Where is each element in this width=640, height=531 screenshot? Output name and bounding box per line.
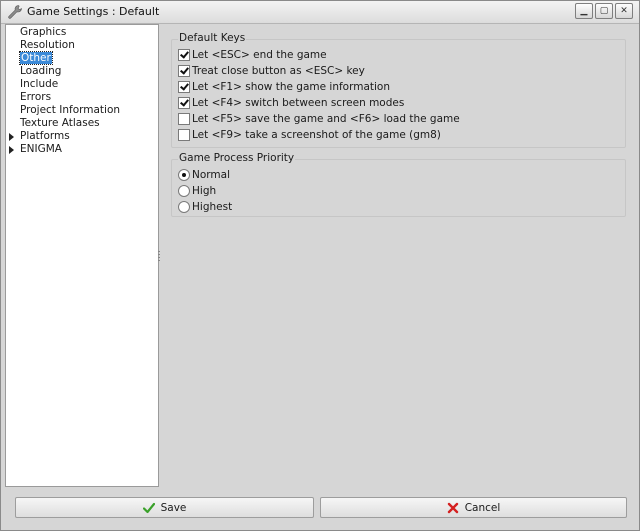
tree-item-enigma[interactable]: ENIGMA <box>9 143 62 156</box>
tree-item-label: Resolution <box>20 39 75 51</box>
cancel-button[interactable]: Cancel <box>320 497 627 518</box>
tree-item-texture-atlases[interactable]: Texture Atlases <box>20 117 100 130</box>
window-controls: ▁ ▢ ✕ <box>575 3 633 19</box>
maximize-icon: ▢ <box>599 5 609 16</box>
default-keys-group: Default Keys Let <ESC> end the game Trea… <box>171 32 626 148</box>
f4-screen-modes-checkbox[interactable] <box>178 97 190 109</box>
tree-item-project-information[interactable]: Project Information <box>20 104 120 117</box>
option-label: Normal <box>192 169 230 181</box>
maximize-button[interactable]: ▢ <box>595 3 613 19</box>
tree-item-label: Include <box>20 78 59 90</box>
save-button[interactable]: Save <box>15 497 314 518</box>
high-radio[interactable] <box>178 185 190 197</box>
dialog-footer: Save Cancel <box>1 488 639 530</box>
title-bar[interactable]: Game Settings : Default ▁ ▢ ✕ <box>1 1 639 24</box>
expand-arrow-icon[interactable] <box>9 146 14 154</box>
tree-item-label: Other <box>19 51 53 65</box>
tree-item-label: Platforms <box>20 130 70 142</box>
close-icon: ✕ <box>620 5 628 16</box>
option-label: Let <F9> take a screenshot of the game (… <box>192 129 441 141</box>
tree-item-platforms[interactable]: Platforms <box>9 130 70 143</box>
minimize-icon: ▁ <box>580 5 588 16</box>
option-label: High <box>192 185 217 197</box>
expand-arrow-icon[interactable] <box>9 133 14 141</box>
minimize-button[interactable]: ▁ <box>575 3 593 19</box>
tree-item-resolution[interactable]: Resolution <box>20 39 75 52</box>
tree-item-label: ENIGMA <box>20 143 62 155</box>
priority-group: Game Process Priority Normal High Highes… <box>171 152 626 217</box>
checkmark-icon <box>142 502 155 513</box>
settings-tree[interactable]: Graphics Resolution Other Loading Includ… <box>5 24 159 487</box>
f1-info-checkbox[interactable] <box>178 81 190 93</box>
default-keys-title: Default Keys <box>178 32 247 44</box>
tree-item-label: Loading <box>20 65 62 77</box>
esc-end-game-checkbox[interactable] <box>178 49 190 61</box>
window-title: Game Settings : Default <box>27 5 160 18</box>
close-as-esc-checkbox[interactable] <box>178 65 190 77</box>
tree-item-label: Graphics <box>20 26 67 38</box>
option-label: Let <F1> show the game information <box>192 81 391 93</box>
tree-item-label: Texture Atlases <box>20 117 100 129</box>
cancel-x-icon <box>447 502 458 513</box>
tree-item-label: Project Information <box>20 104 121 116</box>
option-label: Let <F5> save the game and <F6> load the… <box>192 113 460 125</box>
option-label: Let <ESC> end the game <box>192 49 327 61</box>
splitter-handle[interactable] <box>158 251 160 261</box>
f5-f6-save-load-checkbox[interactable] <box>178 113 190 125</box>
tree-item-loading[interactable]: Loading <box>20 65 61 78</box>
tree-item-graphics[interactable]: Graphics <box>20 26 66 39</box>
option-label: Treat close button as <ESC> key <box>192 65 365 77</box>
settings-window: Game Settings : Default ▁ ▢ ✕ Graphics R… <box>0 0 640 531</box>
tree-item-errors[interactable]: Errors <box>20 91 51 104</box>
save-button-label: Save <box>160 501 187 514</box>
option-label: Let <F4> switch between screen modes <box>192 97 405 109</box>
priority-title: Game Process Priority <box>178 152 296 164</box>
wrench-icon <box>8 5 22 19</box>
tree-item-label: Errors <box>20 91 52 103</box>
f9-screenshot-checkbox[interactable] <box>178 129 190 141</box>
option-label: Highest <box>192 201 233 213</box>
close-button[interactable]: ✕ <box>615 3 633 19</box>
highest-radio[interactable] <box>178 201 190 213</box>
cancel-button-label: Cancel <box>464 501 501 514</box>
tree-item-include[interactable]: Include <box>20 78 58 91</box>
tree-item-other[interactable]: Other <box>19 51 53 65</box>
normal-radio[interactable] <box>178 169 190 181</box>
